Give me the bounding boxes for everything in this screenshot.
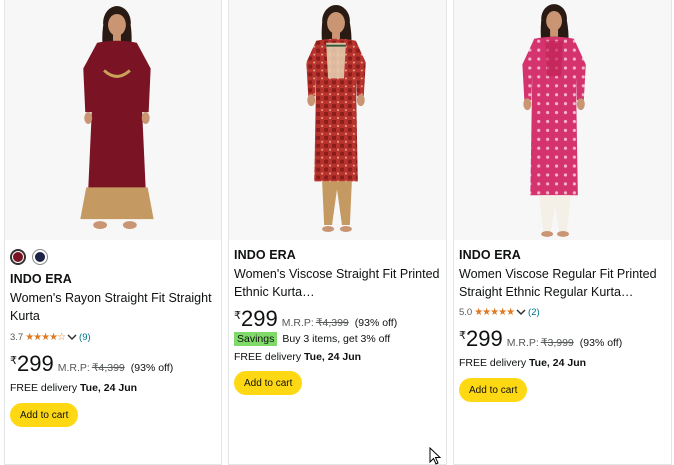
kurta-pink-print-photo xyxy=(454,1,671,239)
rating-count-link[interactable]: (9) xyxy=(79,332,91,343)
kurta-red-print-photo xyxy=(229,1,446,239)
chevron-down-icon[interactable] xyxy=(516,308,526,316)
kurta-maroon-photo xyxy=(5,1,221,239)
currency-symbol: ₹ xyxy=(234,310,241,322)
delivery-label: FREE delivery xyxy=(459,357,527,369)
color-swatch[interactable] xyxy=(10,249,26,265)
price-row: ₹ 299 M.R.P: ₹4,399 (93% off) xyxy=(10,352,217,376)
add-to-cart-button[interactable]: Add to cart xyxy=(10,403,79,427)
price-row: ₹ 299 M.R.P: ₹4,399 (93% off) xyxy=(234,307,442,331)
product-image[interactable] xyxy=(454,0,671,240)
price[interactable]: 299 xyxy=(466,327,503,351)
brand-name: INDO ERA xyxy=(234,248,296,262)
savings-badge: Savings xyxy=(234,332,278,346)
delivery-info: FREE delivery Tue, 24 Jun xyxy=(459,357,667,369)
color-swatch[interactable] xyxy=(32,249,48,265)
brand-name: INDO ERA xyxy=(459,248,521,262)
rating-value: 3.7 xyxy=(10,331,24,343)
savings-text: Buy 3 items, get 3% off xyxy=(282,333,391,345)
currency-symbol: ₹ xyxy=(10,355,17,367)
mrp-value: ₹3,999 xyxy=(540,337,574,349)
product-image[interactable] xyxy=(5,0,221,240)
price[interactable]: 299 xyxy=(241,307,278,331)
star-rating-icon[interactable]: ★★★★☆ xyxy=(25,332,66,343)
delivery-info: FREE delivery Tue, 24 Jun xyxy=(10,382,217,394)
mrp-label: M.R.P: xyxy=(57,362,90,374)
discount-percent: (93% off) xyxy=(130,362,174,374)
star-rating-icon[interactable]: ★★★★★ xyxy=(474,307,515,318)
mouse-cursor-icon xyxy=(429,447,441,465)
price[interactable]: 299 xyxy=(17,352,54,376)
color-swatches xyxy=(10,249,48,265)
delivery-date: Tue, 24 Jun xyxy=(529,357,587,369)
product-title[interactable]: Women's Viscose Straight Fit Printed Eth… xyxy=(234,265,442,301)
delivery-date: Tue, 24 Jun xyxy=(304,351,362,363)
add-to-cart-button[interactable]: Add to cart xyxy=(459,378,528,402)
mrp-label: M.R.P: xyxy=(281,317,314,329)
chevron-down-icon[interactable] xyxy=(67,333,77,341)
mrp-value: ₹4,399 xyxy=(315,317,349,329)
product-card: INDO ERA Women Viscose Regular Fit Print… xyxy=(453,0,672,465)
rating-count-link[interactable]: (2) xyxy=(528,307,540,318)
delivery-label: FREE delivery xyxy=(10,382,78,394)
price-row: ₹ 299 M.R.P: ₹3,999 (93% off) xyxy=(459,327,667,351)
rating-value: 5.0 xyxy=(459,306,473,318)
rating-row: 3.7 ★★★★☆ (9) xyxy=(10,330,217,344)
product-image[interactable] xyxy=(229,0,446,240)
product-card: INDO ERA Women's Viscose Straight Fit Pr… xyxy=(228,0,447,465)
add-to-cart-button[interactable]: Add to cart xyxy=(234,371,303,395)
rating-row: 5.0 ★★★★★ (2) xyxy=(459,305,667,319)
product-title[interactable]: Women Viscose Regular Fit Printed Straig… xyxy=(459,265,667,301)
discount-percent: (93% off) xyxy=(354,317,398,329)
delivery-date: Tue, 24 Jun xyxy=(80,382,138,394)
delivery-label: FREE delivery xyxy=(234,351,302,363)
brand-name: INDO ERA xyxy=(10,272,72,286)
currency-symbol: ₹ xyxy=(459,330,466,342)
mrp-value: ₹4,399 xyxy=(91,362,125,374)
savings-offer: Savings Buy 3 items, get 3% off xyxy=(234,332,442,346)
product-card: INDO ERA Women's Rayon Straight Fit Stra… xyxy=(4,0,222,465)
mrp-label: M.R.P: xyxy=(506,337,539,349)
product-title[interactable]: Women's Rayon Straight Fit Straight Kurt… xyxy=(10,289,217,325)
discount-percent: (93% off) xyxy=(579,337,623,349)
delivery-info: FREE delivery Tue, 24 Jun xyxy=(234,351,442,363)
